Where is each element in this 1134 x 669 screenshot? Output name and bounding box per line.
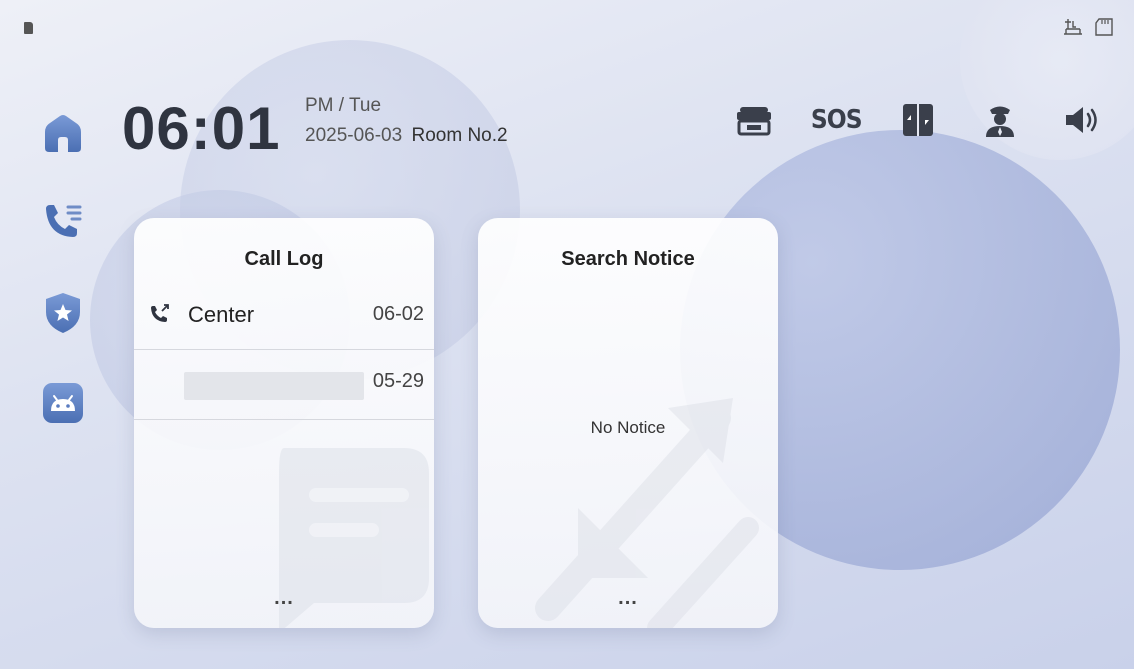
quick-actions-toolbar: SOS xyxy=(730,100,1106,140)
status-icons xyxy=(1062,17,1116,37)
call-log-title: Call Log xyxy=(244,248,324,270)
call-log-card[interactable]: Call Log Center 06-02 05-29 ... xyxy=(134,218,434,628)
volume-icon xyxy=(1066,107,1097,133)
android-icon xyxy=(43,383,83,423)
call-log-more-button[interactable]: ... xyxy=(134,587,434,610)
sos-icon: SOS xyxy=(810,105,863,135)
sidebar-item-call-log[interactable] xyxy=(40,200,86,246)
shield-star-icon xyxy=(46,293,80,333)
elevator-button[interactable] xyxy=(730,100,778,140)
sidebar-item-apps[interactable] xyxy=(40,380,86,426)
search-notice-title: Search Notice xyxy=(561,248,695,270)
room-number: Room No.2 xyxy=(411,125,508,146)
call-log-row[interactable]: 05-29 xyxy=(134,350,434,420)
clock-time: 06:01 xyxy=(122,95,281,162)
arrows-watermark-icon xyxy=(535,398,759,628)
door-unlock-button[interactable] xyxy=(894,100,942,140)
call-log-row[interactable]: Center 06-02 xyxy=(134,280,434,350)
outgoing-call-icon xyxy=(151,304,169,322)
notice-more-button[interactable]: ... xyxy=(478,587,778,610)
guard-icon xyxy=(986,106,1014,137)
guard-call-button[interactable] xyxy=(976,100,1024,140)
home-icon xyxy=(45,115,81,152)
sidebar-nav xyxy=(40,110,86,426)
empty-state-text: No Notice xyxy=(590,418,666,437)
ampm-weekday: PM / Tue xyxy=(305,95,382,116)
usb-icon xyxy=(1064,19,1082,35)
door-icon xyxy=(903,104,933,136)
sd-card-icon xyxy=(1095,18,1113,36)
elevator-icon xyxy=(737,107,771,136)
caller-name-redacted xyxy=(184,372,364,400)
sos-button[interactable]: SOS xyxy=(810,100,863,140)
sidebar-item-home[interactable] xyxy=(40,110,86,156)
sidebar-item-security[interactable] xyxy=(40,290,86,336)
search-notice-card[interactable]: Search Notice No Notice ... xyxy=(478,218,778,628)
sim-card-icon xyxy=(24,22,33,34)
call-date: 05-29 xyxy=(372,370,424,392)
volume-button[interactable] xyxy=(1058,100,1106,140)
call-log-icon xyxy=(46,205,82,237)
call-date: 06-02 xyxy=(372,303,424,325)
date-text: 2025-06-03 xyxy=(305,125,403,146)
date-room-line: 2025-06-03 Room No.2 xyxy=(305,125,508,147)
caller-name: Center xyxy=(188,302,255,327)
